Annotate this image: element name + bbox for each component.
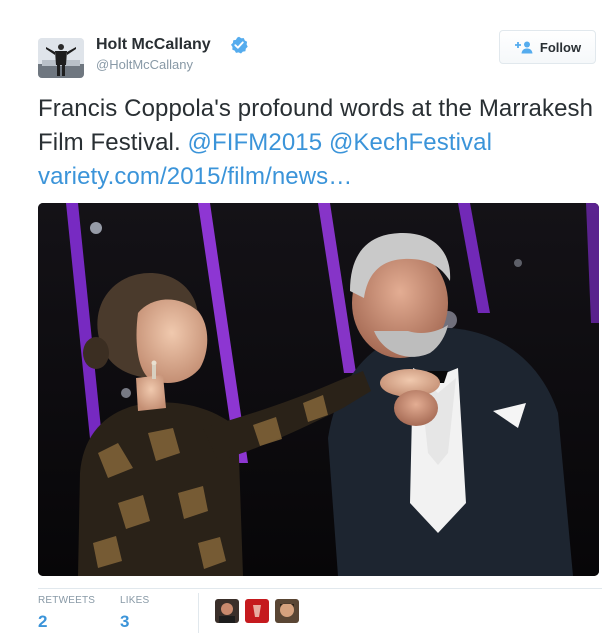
tweet-card: Holt McCallany @HoltMcCallany Follow Fra… [0, 0, 602, 639]
tweet-stats: RETWEETS 2 LIKES 3 [38, 588, 602, 639]
retweets-count: 2 [38, 612, 48, 631]
add-user-icon [514, 41, 533, 54]
follow-button[interactable]: Follow [499, 30, 596, 64]
tweet-text: Francis Coppola's profound words at the … [38, 92, 600, 194]
tweet-header: Holt McCallany @HoltMcCallany Follow [38, 30, 602, 80]
retweets-label: RETWEETS [38, 595, 96, 606]
username[interactable]: @HoltMcCallany [96, 57, 193, 72]
likes-stat[interactable]: LIKES 3 [120, 595, 149, 632]
follow-button-label: Follow [539, 39, 582, 55]
display-name[interactable]: Holt McCallany [96, 36, 211, 54]
retweets-stat[interactable]: RETWEETS 2 [38, 595, 95, 632]
liker-avatar-1[interactable] [215, 599, 239, 623]
liker-avatar-2[interactable] [245, 599, 269, 623]
variety-link[interactable]: variety.com/2015/film/news… [38, 163, 352, 190]
likes-label: LIKES [120, 595, 150, 606]
verified-badge-icon [231, 36, 248, 54]
user-avatar[interactable] [38, 38, 84, 78]
tweet-photo[interactable] [38, 203, 599, 576]
stats-divider [198, 593, 199, 633]
likes-count: 3 [120, 612, 130, 631]
liker-avatar-3[interactable] [275, 599, 299, 623]
mention-kechfestival[interactable]: @KechFestival [329, 129, 492, 156]
mention-fifm2015[interactable]: @FIFM2015 [188, 129, 323, 156]
